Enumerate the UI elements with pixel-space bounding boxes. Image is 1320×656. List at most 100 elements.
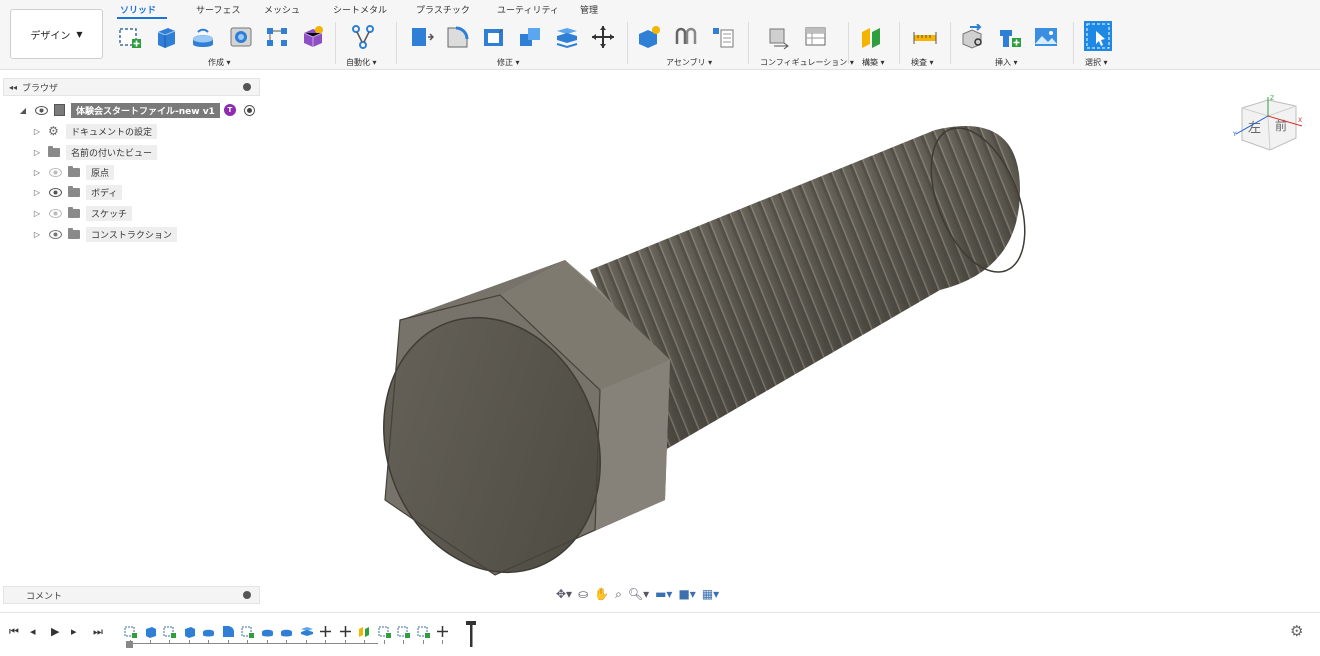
insert-derive-button[interactable] xyxy=(960,24,986,50)
select-button[interactable] xyxy=(1083,20,1113,52)
add-comment-button[interactable] xyxy=(243,591,251,599)
collapse-arrow-icon[interactable]: ◢ xyxy=(18,106,28,115)
expand-arrow-icon[interactable]: ▷ xyxy=(32,209,42,218)
insert-canvas-button[interactable] xyxy=(1033,24,1059,50)
last-frame-icon[interactable]: ⏭ xyxy=(93,625,103,639)
create-sketch-button[interactable] xyxy=(117,24,143,50)
group-automate-label[interactable]: 自動化 ▾ xyxy=(346,57,377,68)
browser-item-label[interactable]: 名前の付いたビュー xyxy=(66,144,158,160)
timeline-feature-move-icon[interactable] xyxy=(436,623,449,637)
expand-arrow-icon[interactable]: ▷ xyxy=(32,127,42,136)
visibility-eye-icon[interactable] xyxy=(34,105,48,115)
visibility-eye-icon[interactable] xyxy=(48,187,62,197)
activate-component-radio[interactable] xyxy=(243,104,255,116)
grid-icon[interactable]: ▦▾ xyxy=(702,587,719,601)
browser-item-label[interactable]: ボディ xyxy=(86,184,123,200)
timeline-marker[interactable] xyxy=(466,621,476,647)
combine-button[interactable] xyxy=(517,24,543,50)
timeline-feature-extrude-icon[interactable] xyxy=(183,623,196,638)
first-frame-icon[interactable]: ⏮ xyxy=(9,625,19,639)
tab-utilities[interactable]: ユーティリティ xyxy=(497,3,559,16)
shell-button[interactable] xyxy=(481,24,507,50)
split-body-button[interactable] xyxy=(554,24,580,50)
timeline-feature-sketch-icon[interactable] xyxy=(124,623,137,638)
browser-item-construction[interactable]: ▷ コンストラクション xyxy=(32,226,177,242)
expand-arrow-icon[interactable]: ▷ xyxy=(32,188,42,197)
measure-button[interactable] xyxy=(912,24,938,50)
visibility-eye-hidden-icon[interactable] xyxy=(48,208,62,218)
browser-item-sketches[interactable]: ▷ スケッチ xyxy=(32,205,133,221)
orbit-icon[interactable]: ✥▾ xyxy=(556,587,572,601)
play-icon[interactable]: ▶ xyxy=(51,625,59,638)
group-construct-label[interactable]: 構築 ▾ xyxy=(862,57,885,68)
timeline-feature-sketch-icon[interactable] xyxy=(241,623,254,638)
expand-arrow-icon[interactable]: ▷ xyxy=(32,148,42,157)
automate-button[interactable] xyxy=(350,24,376,50)
zoom-icon[interactable]: 🔍︎▾ xyxy=(628,587,649,601)
group-modify-label[interactable]: 修正 ▾ xyxy=(497,57,520,68)
joint-button[interactable] xyxy=(673,24,699,50)
revolve-button[interactable] xyxy=(190,24,216,50)
tab-mesh[interactable]: メッシュ xyxy=(264,3,300,16)
timeline-feature-move-icon[interactable] xyxy=(339,623,352,637)
user-badge[interactable]: T xyxy=(223,104,236,116)
timeline-feature-revolve-icon[interactable] xyxy=(261,623,274,637)
timeline-feature-sketch-icon[interactable] xyxy=(378,623,391,638)
root-component-label[interactable]: 体験会スタートファイル-new v1 xyxy=(71,102,220,118)
browser-pin-button[interactable] xyxy=(243,83,251,91)
group-create-label[interactable]: 作成 ▾ xyxy=(208,57,231,68)
new-component-button[interactable] xyxy=(636,24,662,50)
configure-button[interactable] xyxy=(766,24,792,50)
visual-style-icon[interactable]: ■▾ xyxy=(678,587,695,601)
timeline-settings-gear-icon[interactable]: ⚙ xyxy=(1290,622,1303,640)
browser-item-document-settings[interactable]: ▷ ⚙ ドキュメントの設定 xyxy=(32,123,158,139)
pan-icon[interactable]: ✋ xyxy=(594,587,609,601)
browser-item-named-views[interactable]: ▷ 名前の付いたビュー xyxy=(32,144,158,160)
timeline-feature-sketch-icon[interactable] xyxy=(417,623,430,638)
timeline-feature-split-icon[interactable] xyxy=(300,623,313,636)
timeline-feature-plane-icon[interactable] xyxy=(358,623,371,637)
group-inspect-label[interactable]: 検査 ▾ xyxy=(911,57,934,68)
tab-solid[interactable]: ソリッド xyxy=(120,3,156,16)
timeline-feature-revolve-icon[interactable] xyxy=(280,623,293,637)
collapse-browser-icon[interactable]: ◂◂ xyxy=(9,83,17,92)
timeline-feature-move-icon[interactable] xyxy=(319,623,332,637)
look-at-icon[interactable]: ⛀ xyxy=(578,587,588,601)
extrude-button[interactable] xyxy=(153,24,179,50)
browser-item-bodies[interactable]: ▷ ボディ xyxy=(32,184,123,200)
press-pull-button[interactable] xyxy=(408,24,434,50)
group-configure-label[interactable]: コンフィギュレーション ▾ xyxy=(760,57,854,68)
browser-item-label[interactable]: スケッチ xyxy=(86,205,133,221)
configuration-table-button[interactable] xyxy=(803,24,829,50)
timeline-feature-fillet-icon[interactable] xyxy=(222,623,235,637)
timeline-feature-sketch-icon[interactable] xyxy=(163,623,176,638)
bolt-model[interactable] xyxy=(380,120,1030,580)
zoom-fit-icon[interactable]: ⌕ xyxy=(615,587,622,602)
visibility-eye-hidden-icon[interactable] xyxy=(48,167,62,177)
move-copy-button[interactable] xyxy=(590,24,616,50)
visibility-eye-icon[interactable] xyxy=(48,229,62,239)
tab-sheet-metal[interactable]: シートメタル xyxy=(333,3,387,16)
browser-item-label[interactable]: ドキュメントの設定 xyxy=(66,123,158,139)
expand-arrow-icon[interactable]: ▷ xyxy=(32,168,42,177)
hole-button[interactable] xyxy=(228,24,254,50)
fillet-button[interactable] xyxy=(444,24,470,50)
create-form-button[interactable] xyxy=(300,24,326,50)
next-icon[interactable]: ▸ xyxy=(71,625,77,638)
insert-mcmaster-button[interactable] xyxy=(997,24,1023,50)
tab-manage[interactable]: 管理 xyxy=(580,3,598,16)
tab-surface[interactable]: サーフェス xyxy=(196,3,240,16)
browser-item-label[interactable]: 原点 xyxy=(86,164,115,180)
rectangular-pattern-button[interactable] xyxy=(264,24,290,50)
browser-root-node[interactable]: ◢ 体験会スタートファイル-new v1 T xyxy=(18,102,255,118)
bill-of-materials-button[interactable] xyxy=(710,24,736,50)
workspace-switcher[interactable]: デザイン ▼ xyxy=(10,9,103,59)
previous-icon[interactable]: ◂ xyxy=(30,625,36,638)
timeline-feature-extrude-icon[interactable] xyxy=(144,623,157,638)
viewcube[interactable]: 左 前 Z X Y xyxy=(1232,94,1306,154)
timeline-feature-revolve-icon[interactable] xyxy=(202,623,215,637)
offset-plane-button[interactable] xyxy=(859,24,885,50)
timeline-feature-sketch-icon[interactable] xyxy=(397,623,410,638)
expand-arrow-icon[interactable]: ▷ xyxy=(32,230,42,239)
group-insert-label[interactable]: 挿入 ▾ xyxy=(995,57,1018,68)
